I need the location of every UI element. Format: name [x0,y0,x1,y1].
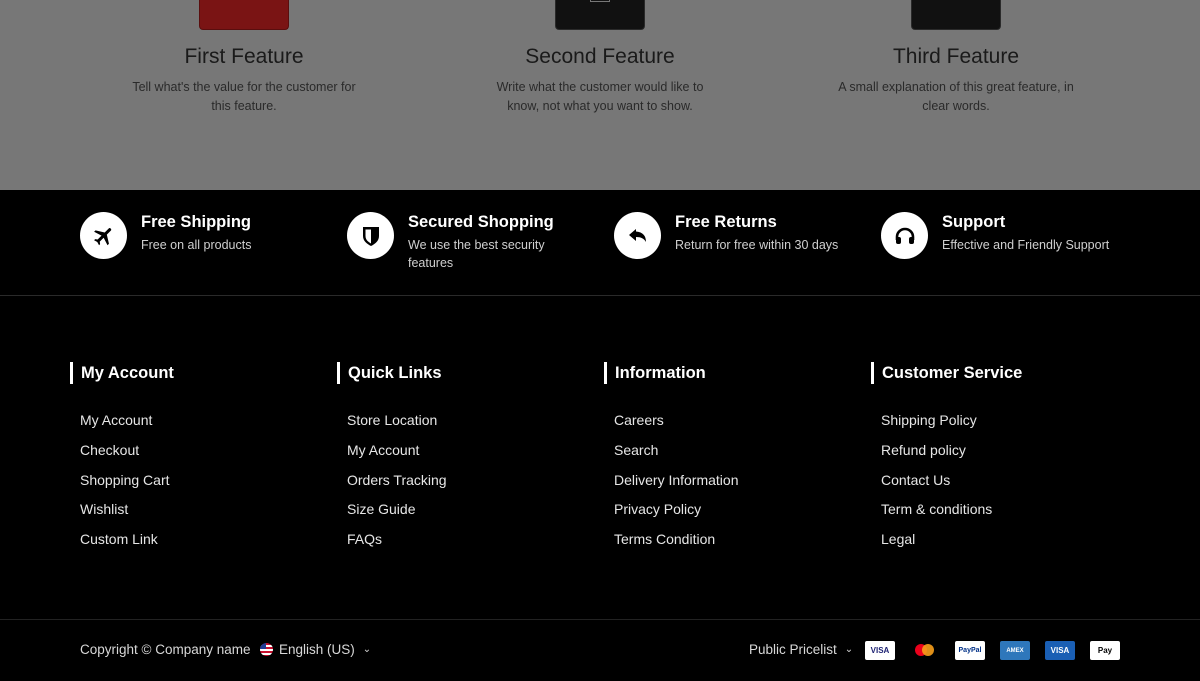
footer-link[interactable]: Orders Tracking [347,470,447,490]
footer-link[interactable]: Legal [881,529,1022,549]
footer-link[interactable]: Store Location [347,410,447,430]
footer-link[interactable]: Term & conditions [881,499,1022,519]
footer-link[interactable]: My Account [347,440,447,460]
language-label: English (US) [279,642,355,657]
column-heading: Quick Links [337,362,447,384]
footer-column-information: Information Careers Search Delivery Info… [604,362,739,559]
service-support: Support Effective and Friendly Support [881,212,1109,259]
footer-column-quick-links: Quick Links Store Location My Account Or… [337,362,447,559]
footer-link[interactable]: Careers [614,410,739,430]
feature-title: Third Feature [892,45,1020,68]
feature-title: First Feature [184,45,304,68]
service-secured-shopping: Secured Shopping We use the best securit… [347,212,554,272]
apple-pay-icon: Pay [1090,641,1120,660]
footer-link[interactable]: Custom Link [80,529,174,549]
amex-icon: AMEX [1000,641,1030,660]
footer-link-columns: My Account My Account Checkout Shopping … [0,297,1200,619]
shield-icon [347,212,394,259]
pricelist-label: Public Pricelist [749,642,837,657]
footer-link[interactable]: Contact Us [881,470,1022,490]
footer-link[interactable]: Shopping Cart [80,470,174,490]
service-title: Secured Shopping [408,213,554,231]
service-title: Support [942,213,1006,231]
language-selector[interactable]: English (US) ⌄ [260,642,371,657]
features-section: First Feature Tell what's the value for … [0,0,1200,190]
airplane-icon [80,212,127,259]
footer-column-customer-service: Customer Service Shipping Policy Refund … [871,362,1022,559]
footer-link[interactable]: Delivery Information [614,470,739,490]
feature-image-tile [555,0,645,30]
feature-description: Tell what's the value for the customer f… [132,80,356,113]
us-flag-icon [260,643,273,656]
footer-bottom-bar: Copyright © Company name English (US) ⌄ … [0,619,1200,681]
footer-link[interactable]: Refund policy [881,440,1022,460]
service-title: Free Shipping [141,213,252,231]
service-free-returns: Free Returns Return for free within 30 d… [614,212,838,259]
footer-link[interactable]: Shipping Policy [881,410,1022,430]
pricelist-selector[interactable]: Public Pricelist ⌄ [749,642,853,657]
paypal-icon: PayPal [955,641,985,660]
footer-link[interactable]: Search [614,440,739,460]
service-strip: Free Shipping Free on all products Secur… [0,190,1200,296]
footer-link[interactable]: Privacy Policy [614,499,739,519]
feature-description: A small explanation of this great featur… [838,80,1074,113]
service-description: Free on all products [141,238,252,252]
headset-icon [881,212,928,259]
visa-blue-icon: VISA [1045,641,1075,660]
copyright-text: Copyright © Company name [80,642,251,657]
column-heading: My Account [70,362,174,384]
footer-link[interactable]: My Account [80,410,174,430]
mastercard-icon [910,641,940,660]
feature-image-tile [911,0,1001,30]
feature-image-tile [199,0,289,30]
footer-link[interactable]: Terms Condition [614,529,739,549]
feature-title: Second Feature [525,45,675,68]
service-description: We use the best security features [408,238,545,270]
feature-description: Write what the customer would like to kn… [496,80,704,113]
service-free-shipping: Free Shipping Free on all products [80,212,251,259]
footer-link[interactable]: Wishlist [80,499,174,519]
footer-column-my-account: My Account My Account Checkout Shopping … [70,362,174,559]
column-heading: Customer Service [871,362,1022,384]
service-description: Effective and Friendly Support [942,238,1110,252]
footer-link[interactable]: FAQs [347,529,447,549]
chevron-down-icon: ⌄ [844,644,854,655]
return-arrow-icon [614,212,661,259]
visa-icon: VISA [865,641,895,660]
footer-link[interactable]: Checkout [80,440,174,460]
column-heading: Information [604,362,739,384]
chevron-down-icon: ⌄ [362,644,372,655]
service-title: Free Returns [675,213,777,231]
service-description: Return for free within 30 days [675,238,839,252]
footer-link[interactable]: Size Guide [347,499,447,519]
